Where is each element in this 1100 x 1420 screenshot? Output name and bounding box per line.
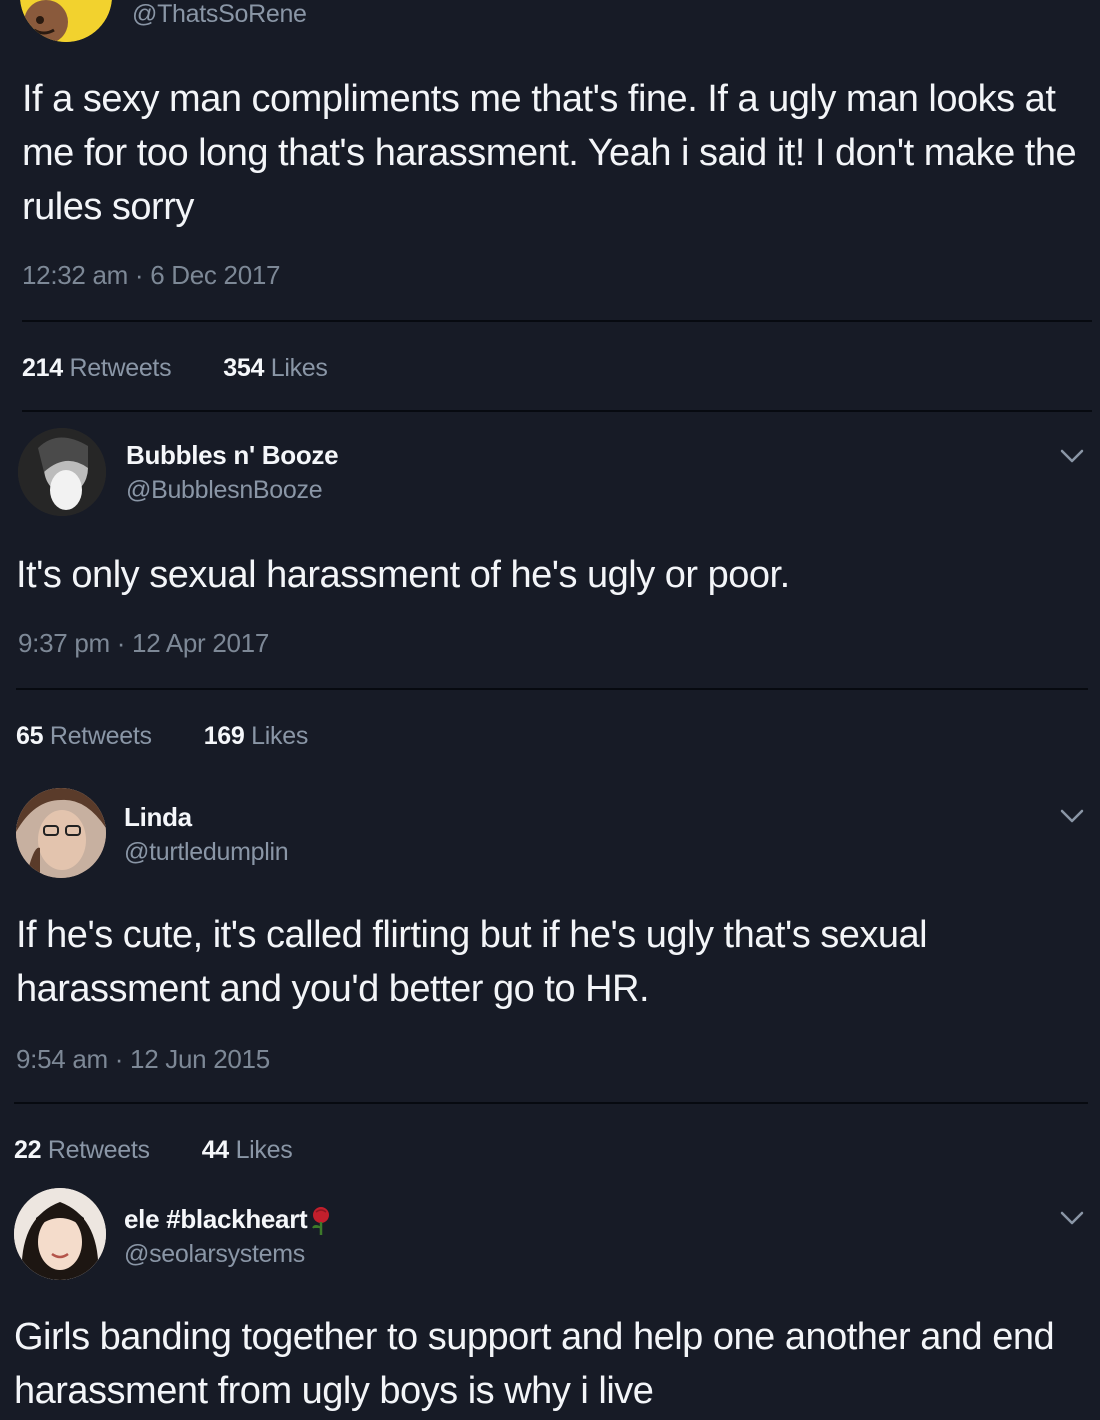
divider bbox=[16, 688, 1088, 690]
tweet-text: It's only sexual harassment of he's ugly… bbox=[16, 554, 790, 596]
avatar[interactable] bbox=[20, 0, 112, 42]
tweet-stats: 65 Retweets 169 Likes bbox=[16, 722, 308, 751]
avatar-photo-icon bbox=[18, 428, 106, 516]
retweets-count[interactable]: 214 Retweets bbox=[22, 354, 172, 382]
chevron-down-icon[interactable] bbox=[1058, 806, 1086, 826]
tweet-timestamp[interactable]: 9:54 am · 12 Jun 2015 bbox=[16, 1044, 270, 1075]
display-name[interactable]: Bubbles n' Booze bbox=[126, 440, 339, 471]
tweet-4: ele #blackheart @seolarsystems Girls ban… bbox=[0, 1180, 1100, 1420]
avatar-photo-icon bbox=[14, 1188, 106, 1280]
tweet-timestamp[interactable]: 12:32 am · 6 Dec 2017 bbox=[22, 260, 281, 291]
avatar-yellow-emoji-icon bbox=[20, 0, 112, 42]
tweet-stats: 214 Retweets 354 Likes bbox=[22, 354, 328, 383]
user-handle[interactable]: @seolarsystems bbox=[124, 1240, 305, 1269]
likes-count[interactable]: 169 Likes bbox=[204, 722, 309, 750]
chevron-down-icon[interactable] bbox=[1058, 446, 1086, 466]
tweet-text: Girls banding together to support and he… bbox=[14, 1316, 1055, 1412]
tweet-stats: 22 Retweets 44 Likes bbox=[14, 1136, 293, 1165]
tweet-1: @ThatsSoRene If a sexy man compliments m… bbox=[0, 0, 1100, 412]
retweets-count[interactable]: 65 Retweets bbox=[16, 722, 152, 750]
user-handle[interactable]: @BubblesnBooze bbox=[126, 476, 323, 505]
tweet-text: If a sexy man compliments me that's fine… bbox=[22, 78, 1077, 228]
likes-count[interactable]: 44 Likes bbox=[202, 1136, 293, 1164]
avatar[interactable] bbox=[14, 1188, 106, 1280]
user-handle[interactable]: @ThatsSoRene bbox=[132, 0, 307, 29]
tweet-3: Linda @turtledumplin If he's cute, it's … bbox=[0, 780, 1100, 1180]
retweets-count[interactable]: 22 Retweets bbox=[14, 1136, 150, 1164]
divider bbox=[22, 320, 1092, 322]
divider bbox=[14, 1102, 1088, 1104]
display-name[interactable]: ele #blackheart bbox=[124, 1204, 333, 1236]
chevron-down-icon[interactable] bbox=[1058, 1208, 1086, 1228]
avatar[interactable] bbox=[16, 788, 106, 878]
tweet-2: Bubbles n' Booze @BubblesnBooze It's onl… bbox=[0, 412, 1100, 790]
likes-count[interactable]: 354 Likes bbox=[223, 354, 328, 382]
tweet-timestamp[interactable]: 9:37 pm · 12 Apr 2017 bbox=[18, 628, 269, 659]
tweet-text: If he's cute, it's called flirting but i… bbox=[16, 914, 928, 1010]
rose-icon bbox=[312, 1207, 330, 1236]
avatar-photo-icon bbox=[16, 788, 106, 878]
avatar[interactable] bbox=[18, 428, 106, 516]
user-handle[interactable]: @turtledumplin bbox=[124, 838, 289, 867]
display-name-text: ele #blackheart bbox=[124, 1204, 308, 1234]
display-name[interactable]: Linda bbox=[124, 802, 192, 833]
